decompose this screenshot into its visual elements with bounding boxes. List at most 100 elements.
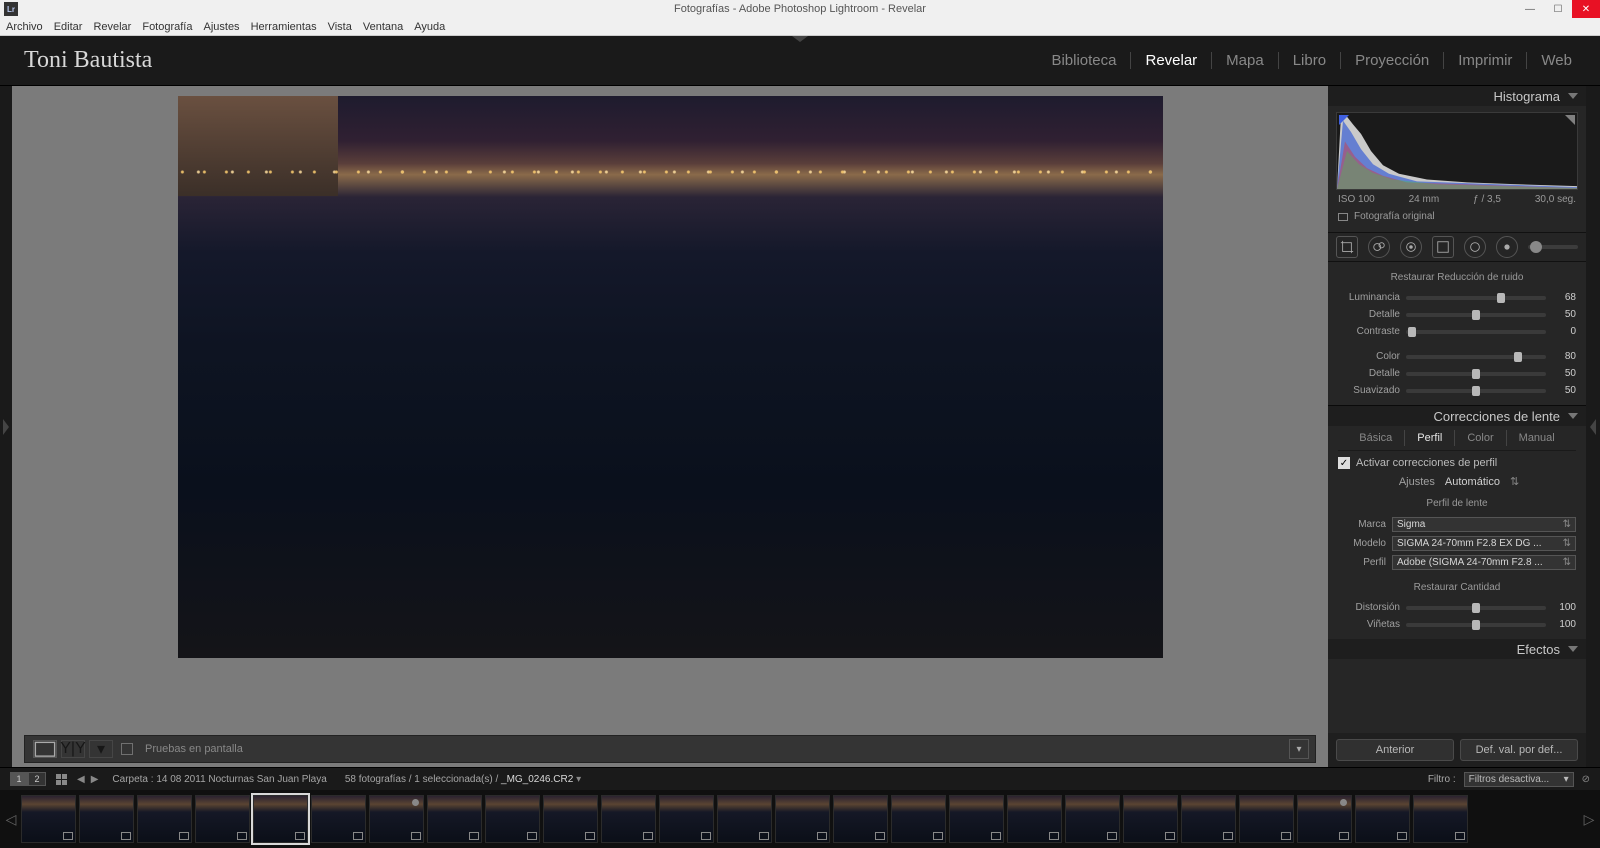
nav-back-button[interactable]: ◀ (77, 774, 85, 785)
histogram-exif: ISO 100 24 mm ƒ / 3,5 30,0 seg. (1336, 190, 1578, 209)
adjust-stepper-icon[interactable]: ⇅ (1510, 475, 1515, 488)
filmstrip[interactable]: ◁ ▷ (0, 790, 1600, 848)
monitor-tab-2[interactable]: 2 (28, 772, 46, 786)
filmstrip-thumbnail[interactable] (601, 795, 656, 843)
filmstrip-thumbnail[interactable] (79, 795, 134, 843)
lens-tab-color[interactable]: Color (1455, 430, 1506, 446)
menu-ayuda[interactable]: Ayuda (414, 21, 445, 33)
menu-fotografía[interactable]: Fotografía (142, 21, 192, 33)
menu-ventana[interactable]: Ventana (363, 21, 403, 33)
menu-revelar[interactable]: Revelar (93, 21, 131, 33)
menu-editar[interactable]: Editar (54, 21, 83, 33)
adjust-select[interactable]: Automático (1445, 476, 1500, 488)
module-revelar[interactable]: Revelar (1131, 52, 1212, 69)
profile-select[interactable]: Adobe (SIGMA 24-70mm F2.8 ...⇅ (1392, 555, 1576, 570)
previous-button[interactable]: Anterior (1336, 739, 1454, 761)
filmstrip-thumbnail[interactable] (717, 795, 772, 843)
filmstrip-thumbnail[interactable] (485, 795, 540, 843)
monitor-tab-1[interactable]: 1 (10, 772, 28, 786)
graduated-filter-button[interactable] (1432, 236, 1454, 258)
folder-path[interactable]: Carpeta : 14 08 2011 Nocturnas San Juan … (112, 774, 326, 785)
toolbar-options-button[interactable]: ▾ (1289, 739, 1309, 759)
loupe-view-button[interactable] (33, 740, 57, 758)
filmstrip-scroll-left[interactable]: ◁ (4, 811, 18, 828)
adjustment-brush-button[interactable] (1496, 236, 1518, 258)
filmstrip-thumbnail[interactable] (775, 795, 830, 843)
filmstrip-thumbnail[interactable] (659, 795, 714, 843)
enable-profile-checkbox[interactable]: ✓ (1338, 457, 1350, 469)
window-maximize-button[interactable]: ☐ (1544, 0, 1572, 18)
effects-panel-header[interactable]: Efectos (1328, 639, 1586, 659)
lens-tab-básica[interactable]: Básica (1347, 430, 1405, 446)
brand-select[interactable]: Sigma⇅ (1392, 517, 1576, 532)
lens-panel-header[interactable]: Correcciones de lente (1328, 406, 1586, 426)
lens-tab-perfil[interactable]: Perfil (1405, 430, 1455, 446)
menu-herramientas[interactable]: Herramientas (251, 21, 317, 33)
mask-overlay-slider[interactable] (1528, 245, 1578, 249)
menu-archivo[interactable]: Archivo (6, 21, 43, 33)
filmstrip-thumbnail[interactable] (1181, 795, 1236, 843)
luminance-noise-value: 50 (1552, 309, 1576, 320)
exif-aperture: ƒ / 3,5 (1473, 194, 1501, 205)
color-noise-slider[interactable] (1406, 372, 1546, 376)
menu-vista[interactable]: Vista (328, 21, 352, 33)
color-noise-slider[interactable] (1406, 389, 1546, 393)
filmstrip-thumbnail[interactable] (543, 795, 598, 843)
before-after-y-button[interactable]: Y|Y (61, 740, 85, 758)
soft-proof-checkbox[interactable] (121, 743, 133, 755)
luminance-noise-slider[interactable] (1406, 330, 1546, 334)
window-minimize-button[interactable]: — (1516, 0, 1544, 18)
module-imprimir[interactable]: Imprimir (1444, 52, 1527, 69)
luminance-noise-slider[interactable] (1406, 296, 1546, 300)
top-panel-toggle-icon[interactable] (792, 36, 808, 42)
filmstrip-thumbnail[interactable] (1297, 795, 1352, 843)
color-noise-slider[interactable] (1406, 355, 1546, 359)
filmstrip-thumbnail[interactable] (1239, 795, 1294, 843)
filter-lock-icon[interactable]: ⊘ (1582, 774, 1590, 785)
module-mapa[interactable]: Mapa (1212, 52, 1279, 69)
filmstrip-thumbnail[interactable] (833, 795, 888, 843)
original-photo-checkbox[interactable] (1338, 213, 1348, 221)
histogram-graph[interactable] (1336, 112, 1578, 190)
right-panel-toggle[interactable] (1586, 86, 1600, 767)
radial-filter-button[interactable] (1464, 236, 1486, 258)
spot-removal-button[interactable] (1368, 236, 1390, 258)
image-canvas[interactable] (24, 96, 1316, 731)
module-proyección[interactable]: Proyección (1341, 52, 1444, 69)
filmstrip-thumbnail[interactable] (891, 795, 946, 843)
histogram-panel-header[interactable]: Histograma (1328, 86, 1586, 106)
filmstrip-thumbnail[interactable] (1123, 795, 1178, 843)
filmstrip-thumbnail[interactable] (369, 795, 424, 843)
before-after-split-button[interactable]: ▾ (89, 740, 113, 758)
redeye-tool-button[interactable] (1400, 236, 1422, 258)
module-biblioteca[interactable]: Biblioteca (1037, 52, 1131, 69)
lens-amount-slider[interactable] (1406, 606, 1546, 610)
model-select[interactable]: SIGMA 24-70mm F2.8 EX DG ...⇅ (1392, 536, 1576, 551)
filmstrip-thumbnail[interactable] (21, 795, 76, 843)
menu-ajustes[interactable]: Ajustes (203, 21, 239, 33)
left-panel-collapsed[interactable] (0, 86, 12, 767)
filmstrip-thumbnail[interactable] (1007, 795, 1062, 843)
window-close-button[interactable]: ✕ (1572, 0, 1600, 18)
module-web[interactable]: Web (1527, 52, 1572, 69)
filmstrip-thumbnail[interactable] (253, 795, 308, 843)
crop-tool-button[interactable] (1336, 236, 1358, 258)
lens-amount-slider[interactable] (1406, 623, 1546, 627)
filter-select[interactable]: Filtros desactiva...▾ (1464, 772, 1574, 787)
filmstrip-thumbnail[interactable] (949, 795, 1004, 843)
filmstrip-scroll-right[interactable]: ▷ (1582, 811, 1596, 828)
nav-forward-button[interactable]: ▶ (91, 774, 99, 785)
reset-defaults-button[interactable]: Def. val. por def... (1460, 739, 1578, 761)
filmstrip-thumbnail[interactable] (427, 795, 482, 843)
filmstrip-thumbnail[interactable] (137, 795, 192, 843)
filmstrip-thumbnail[interactable] (1413, 795, 1468, 843)
filmstrip-thumbnail[interactable] (311, 795, 366, 843)
soft-proof-label: Pruebas en pantalla (145, 743, 243, 755)
module-libro[interactable]: Libro (1279, 52, 1341, 69)
lens-tab-manual[interactable]: Manual (1507, 430, 1567, 446)
filmstrip-thumbnail[interactable] (195, 795, 250, 843)
filmstrip-thumbnail[interactable] (1355, 795, 1410, 843)
grid-view-icon[interactable] (56, 774, 67, 785)
luminance-noise-slider[interactable] (1406, 313, 1546, 317)
filmstrip-thumbnail[interactable] (1065, 795, 1120, 843)
